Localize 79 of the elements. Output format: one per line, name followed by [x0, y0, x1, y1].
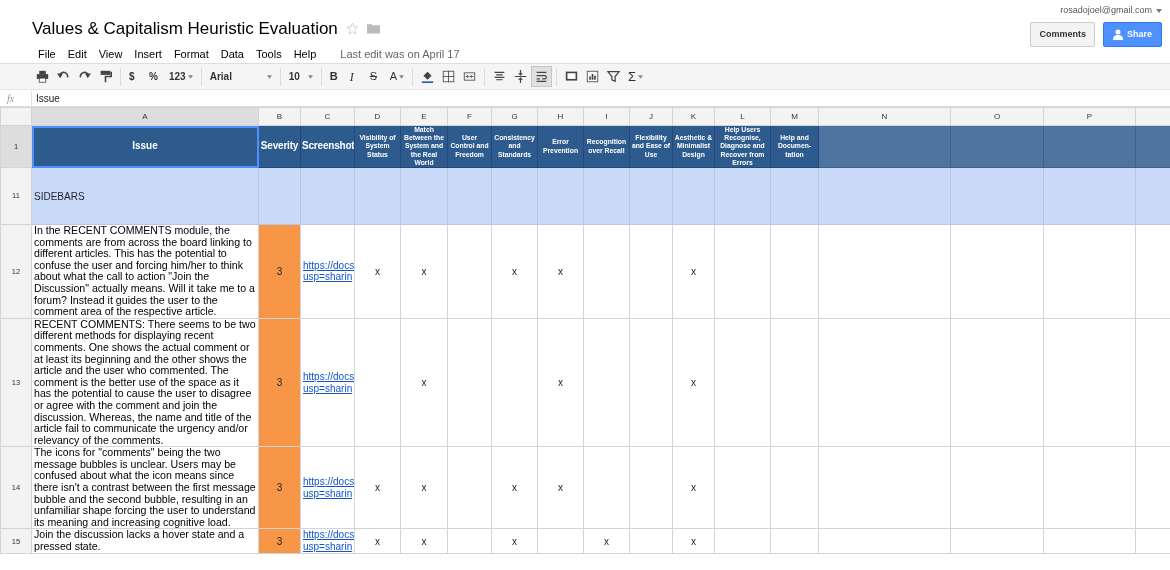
mark-cell: x [491, 446, 538, 529]
column-header[interactable]: C [300, 107, 355, 126]
caret-icon[interactable] [1156, 8, 1162, 13]
mark-cell: x [537, 446, 584, 529]
header-cell: Issue [31, 125, 259, 168]
caret-icon [266, 74, 272, 79]
document-title: Values & Capitalism Heuristic Evaluation [32, 18, 338, 40]
severity-cell: 3 [258, 318, 301, 447]
table-cell: The icons for "comments" being the two message bubbles is unclear. Users may be confused about what the icon means since there isn't a contrast between the first message bubble and the second bubble, resulting in an unfamiliar shape forcing the user to understand its meaning and increasing cognitive load. [31, 446, 259, 529]
mark-cell: x [672, 528, 715, 554]
column-header[interactable]: K [672, 107, 715, 126]
menu-item[interactable]: Help [287, 45, 323, 62]
number-format-button[interactable]: 123 [165, 66, 197, 87]
caret-icon [638, 74, 644, 79]
header-cell: Severity [258, 125, 301, 168]
column-header[interactable]: B [258, 107, 301, 126]
menu-item[interactable]: Data [214, 45, 250, 62]
column-header[interactable]: P [1043, 107, 1136, 126]
currency-button[interactable]: $ [125, 66, 145, 87]
column-header[interactable]: A [31, 107, 259, 126]
text-color-button[interactable]: A [385, 66, 409, 87]
mark-cell: x [537, 224, 584, 319]
column-header[interactable]: M [770, 107, 819, 126]
column-header[interactable]: J [629, 107, 673, 126]
star-icon[interactable] [345, 22, 359, 36]
font-size-dropdown[interactable]: 10 [284, 66, 317, 87]
menu-item[interactable]: Tools [249, 45, 288, 62]
mark-cell: x [400, 224, 448, 319]
functions-button[interactable]: Σ [624, 66, 648, 87]
mark-cell: x [537, 318, 584, 447]
mark-cell: x [400, 528, 448, 554]
table-cell: In the RECENT COMMENTS module, the comments are from across the board linking to different articles. This has the potential to confuse the user and forcing him/her to think about what the call to action "Join the Discussion" actually means. Will it take me to a forum? Instead it guides the user to the comment area of the respective article. [31, 224, 259, 319]
caret-icon [399, 74, 405, 79]
header-cell: Screenshot [300, 125, 355, 168]
column-header[interactable]: N [818, 107, 951, 126]
account-email[interactable]: rosadojoel@gmail.com [1060, 4, 1152, 18]
mark-cell: x [672, 224, 715, 319]
mark-cell: x [491, 224, 538, 319]
text-wrap-icon[interactable] [531, 66, 553, 87]
column-header[interactable]: E [400, 107, 448, 126]
formula-value[interactable]: Issue [31, 90, 60, 106]
menu-item[interactable]: View [92, 45, 129, 62]
link[interactable]: https://docs usp=sharin [303, 370, 352, 395]
mark-cell: x [491, 528, 538, 554]
last-edit-text[interactable]: Last edit was on April 17 [340, 45, 460, 62]
mark-cell: x [354, 224, 401, 319]
menu-item[interactable]: Edit [61, 45, 93, 62]
column-header[interactable]: O [950, 107, 1044, 126]
table-cell: RECENT COMMENTS: There seems to be two different methods for displaying recent comments. One shows the actual comment or at least its beginning and the other shows the article and the user who commented. The comment is the better use of the space as it has the potential to cause the user to disagree or agree with the comment and join the discussion. Whereas, the name and title of the article fail to communicate the urgency and/or relevancy of the comments. [31, 318, 259, 447]
comments-button[interactable]: Comments [1030, 21, 1095, 47]
mark-cell: x [583, 528, 630, 554]
section-cell: SIDEBARS [31, 167, 259, 225]
severity-cell: 3 [258, 224, 301, 319]
menu-item[interactable]: File [32, 45, 62, 62]
menu-item[interactable]: Insert [128, 45, 168, 62]
column-header[interactable]: L [714, 107, 771, 126]
strikethrough-button[interactable]: S [365, 66, 386, 87]
mark-cell: x [400, 446, 448, 529]
column-header[interactable]: G [491, 107, 538, 126]
menu-item[interactable]: Format [167, 45, 215, 62]
percent-button[interactable]: % [145, 66, 165, 87]
caret-icon [307, 74, 313, 79]
bold-button[interactable]: B [325, 66, 346, 87]
font-dropdown[interactable]: Arial [205, 66, 276, 87]
italic-button[interactable]: I [345, 66, 366, 87]
mark-cell: x [672, 318, 715, 447]
caret-icon [187, 74, 193, 79]
formula-label: fx [6, 91, 16, 106]
table-cell: Join the discussion lacks a hover state and a pressed state. [31, 528, 259, 554]
severity-cell: 3 [258, 446, 301, 529]
mark-cell: x [354, 528, 401, 554]
mark-cell: x [400, 318, 448, 447]
mark-cell: x [672, 446, 715, 529]
person-icon [1113, 28, 1123, 40]
column-header[interactable]: H [537, 107, 584, 126]
column-header[interactable]: I [583, 107, 630, 126]
mark-cell: x [354, 446, 401, 529]
column-header[interactable]: D [354, 107, 401, 126]
column-header[interactable]: F [447, 107, 492, 126]
